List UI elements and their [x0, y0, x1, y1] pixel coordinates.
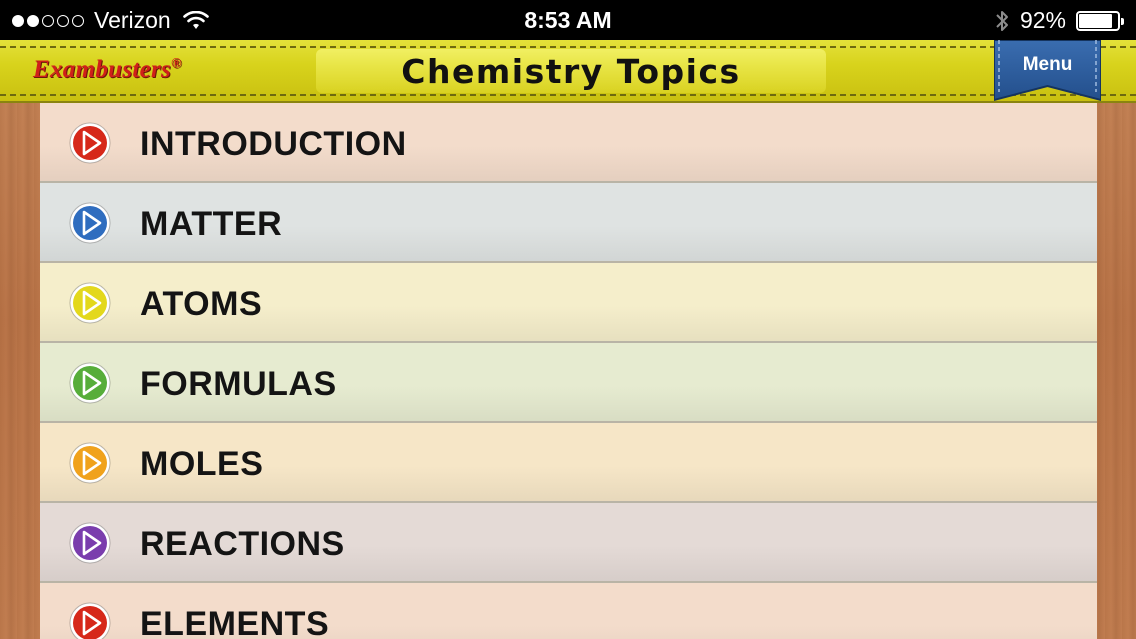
play-blue-icon: [69, 202, 111, 244]
play-green-icon: [69, 362, 111, 404]
topic-label: ELEMENTS: [140, 605, 330, 639]
menu-label: Menu: [1022, 54, 1073, 75]
topic-label: INTRODUCTION: [140, 125, 407, 163]
status-right: 92%: [994, 7, 1124, 34]
topic-label: ATOMS: [140, 285, 263, 323]
play-red-icon: [69, 602, 111, 639]
menu-button[interactable]: Menu: [994, 40, 1101, 102]
topic-item-formulas[interactable]: FORMULAS: [40, 343, 1097, 423]
topic-label: MOLES: [140, 445, 264, 483]
page-title: Chemistry Topics: [401, 52, 741, 91]
topic-item-moles[interactable]: MOLES: [40, 423, 1097, 503]
topic-item-elements[interactable]: ELEMENTS: [40, 583, 1097, 639]
topic-item-introduction[interactable]: INTRODUCTION: [40, 103, 1097, 183]
topics-list: INTRODUCTION MATTER ATOMS FORMULAS MOLES REAC…: [40, 103, 1097, 639]
header-stitch-top: [0, 46, 1136, 48]
play-purple-icon: [69, 522, 111, 564]
topic-label: FORMULAS: [140, 365, 337, 403]
status-time: 8:53 AM: [524, 7, 612, 33]
brand-name: Exambusters: [33, 56, 172, 83]
header-stitch-bottom: [0, 94, 1136, 96]
topic-item-reactions[interactable]: REACTIONS: [40, 503, 1097, 583]
status-bar: Verizon 8:53 AM 92%: [0, 0, 1136, 40]
bluetooth-icon: [996, 10, 1008, 31]
battery-icon: [1076, 10, 1124, 32]
play-red-icon: [69, 122, 111, 164]
battery-percent: 92%: [1019, 7, 1066, 33]
brand-logo: Exambusters®: [33, 56, 182, 84]
topic-item-atoms[interactable]: ATOMS: [40, 263, 1097, 343]
topic-item-matter[interactable]: MATTER: [40, 183, 1097, 263]
play-yellow-icon: [69, 282, 111, 324]
battery-fill: [1079, 13, 1113, 28]
topic-label: REACTIONS: [140, 525, 345, 563]
brand-mark: ®: [171, 56, 182, 72]
play-orange-icon: [69, 442, 111, 484]
app-header: Exambusters® Chemistry Topics: [0, 40, 1136, 103]
topic-label: MATTER: [140, 205, 283, 243]
